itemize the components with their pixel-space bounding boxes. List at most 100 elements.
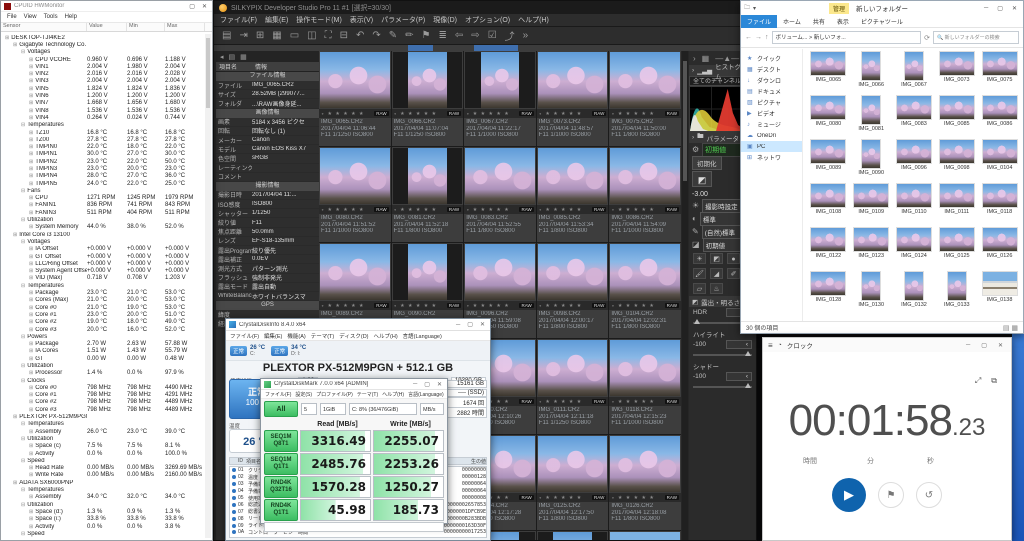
minimize-icon[interactable]: ─ <box>454 322 462 328</box>
sphere-icon[interactable]: ● <box>727 253 740 264</box>
prev-icon[interactable]: ⇦ <box>455 30 463 41</box>
ribbon-tab-1[interactable]: ホーム <box>777 15 807 28</box>
file-item[interactable]: IMG_0098 <box>935 139 978 183</box>
tree-expander-icon[interactable]: ⊞ <box>29 100 33 106</box>
tree-expander-icon[interactable]: ⊞ <box>29 275 33 281</box>
thumbnail-cell[interactable]: ∘ ★ ★ ★ ★ ★ RAW IMG_0083.CR2 2017/04/04 11:… <box>464 147 536 242</box>
hist-tab-icon[interactable]: ▦ <box>240 53 247 61</box>
lap-flag-button[interactable]: ⚑ <box>878 482 904 508</box>
info-tab-icon[interactable]: ▤ <box>229 53 236 61</box>
tree-expander-icon[interactable]: ⊟ <box>21 378 25 384</box>
tree-expander-icon[interactable]: ⊞ <box>29 348 33 354</box>
sidebar-item[interactable]: ▶ ビデオ <box>741 108 802 119</box>
tree-expander-icon[interactable]: ⊞ <box>29 93 33 99</box>
tree-expander-icon[interactable]: ⊞ <box>29 195 33 201</box>
tree-expander-icon[interactable]: ⊞ <box>29 64 33 70</box>
sidebar-item[interactable]: ★ クイック <box>741 53 802 64</box>
tree-expander-icon[interactable]: ⊞ <box>29 297 33 303</box>
star-rating[interactable]: ∘ ★ ★ ★ ★ ★ <box>611 111 664 117</box>
star-rating[interactable]: ∘ ★ ★ ★ ★ ★ <box>321 207 374 213</box>
sidebar-item[interactable]: ▤ ドキュメ <box>741 86 802 97</box>
menu-item[interactable]: テーマ(T) <box>311 332 335 340</box>
rating-row[interactable]: ∘ ★ ★ ★ ★ ★RAW <box>319 205 391 214</box>
tree-expander-icon[interactable]: ⊞ <box>29 443 33 449</box>
thumbnail-cell[interactable]: ∘ ★ ★ ★ ★ ★ RAW IMG_0081.CR2 2017/04/04 11:… <box>391 147 464 242</box>
tree-expander-icon[interactable]: ⊞ <box>29 399 33 405</box>
file-item[interactable]: IMG_0089 <box>807 139 850 183</box>
tree-expander-icon[interactable]: ⊞ <box>29 173 33 179</box>
tree-expander-icon[interactable]: ⊞ <box>29 392 33 398</box>
close-icon[interactable]: ✕ <box>1009 5 1020 12</box>
file-item[interactable]: IMG_0130 <box>850 271 893 315</box>
file-item[interactable]: IMG_0133 <box>935 271 978 315</box>
thumbnail-cell[interactable]: ∘ ★ ★ ★ ★ ★ RAW IMG_0085.CR2 2017/04/04 11:… <box>536 147 609 242</box>
grid-view-icon[interactable]: ⊞ <box>256 30 264 41</box>
rating-row[interactable]: ∘ ★ ★ ★ ★ ★RAW <box>464 205 536 214</box>
tree-expander-icon[interactable]: ⊞ <box>29 451 33 457</box>
tree-expander-icon[interactable]: ⊞ <box>29 312 33 318</box>
menu-item[interactable]: View <box>24 14 37 20</box>
tree-expander-icon[interactable]: ⊞ <box>29 224 33 230</box>
back-icon[interactable]: ← <box>745 34 752 41</box>
maximize-icon[interactable]: ▢ <box>187 3 197 10</box>
tree-expander-icon[interactable]: ⊟ <box>21 49 25 55</box>
highlight-slider[interactable] <box>693 351 752 359</box>
hwmonitor-titlebar[interactable]: CPUID HWMonitor ▢ ✕ <box>1 1 212 12</box>
tree-expander-icon[interactable]: ⊞ <box>29 130 33 136</box>
file-item[interactable]: IMG_0132 <box>893 271 936 315</box>
redo-icon[interactable]: ↷ <box>372 30 380 41</box>
tree-expander-icon[interactable]: ⊟ <box>21 487 25 493</box>
star-rating[interactable]: ∘ ★ ★ ★ ★ ★ <box>466 111 519 117</box>
info-panel-tabs[interactable]: ◂ ▤ ▦ <box>216 51 319 62</box>
file-item[interactable]: IMG_0104 <box>978 139 1021 183</box>
thumbnail-cell[interactable]: ∘ ★ ★ ★ ★ ★ RAW IMG_0066.CR2 2017/04/04 11:… <box>391 51 464 146</box>
menu-item[interactable]: テーマ(T) <box>357 391 378 398</box>
star-rating[interactable]: ∘ ★ ★ ★ ★ ★ <box>539 303 592 309</box>
edit-icon[interactable]: ✎ <box>389 30 397 41</box>
thumbnail-cell[interactable]: ∘ ★ ★ ★ ★ ★ RAW IMG_0080.CR2 2017/04/04 11:… <box>319 147 391 242</box>
file-item[interactable]: IMG_0108 <box>807 183 850 227</box>
tree-expander-icon[interactable]: ⊟ <box>21 436 25 442</box>
star-rating[interactable]: ∘ ★ ★ ★ ★ ★ <box>611 303 664 309</box>
thumbnail-cell[interactable]: ∘ ★ ★ ★ ★ ★ RAW IMG_0065.CR2 2017/04/04 11:… <box>319 51 391 146</box>
explorer-titlebar[interactable]: 🗀 ▾ 管理 新しいフォルダー ─ ▢ ✕ <box>741 1 1023 15</box>
multi-view-icon[interactable]: ▦ <box>272 30 281 41</box>
file-item[interactable]: IMG_0123 <box>850 227 893 271</box>
menu-item[interactable]: 機能(A) <box>287 332 305 340</box>
hwmonitor-scrollbar[interactable] <box>205 34 211 538</box>
tree-expander-icon[interactable]: ⊞ <box>29 356 33 362</box>
ribbon-tab-file[interactable]: ファイル <box>741 14 778 28</box>
tree-expander-icon[interactable]: ⊞ <box>29 465 33 471</box>
layers-icon[interactable]: ≣ <box>439 30 447 41</box>
file-item[interactable]: IMG_0138 <box>978 271 1021 315</box>
maximize-icon[interactable]: ▢ <box>978 342 990 349</box>
tree-expander-icon[interactable]: ⊞ <box>29 341 33 347</box>
breadcrumb[interactable]: ボリューム... > 新しいフォ... <box>771 31 922 44</box>
thumbnail-scrollbar[interactable] <box>682 51 688 540</box>
sidebar-item[interactable]: ☁ OneDri <box>741 130 802 141</box>
column-header[interactable]: Max <box>165 23 205 31</box>
target-drive-select[interactable]: C: 8% (36/476GiB) <box>349 403 417 415</box>
close-icon[interactable]: ✕ <box>435 381 444 388</box>
menu-item[interactable]: ヘルプ(H) <box>374 332 398 340</box>
cdm-titlebar[interactable]: CrystalDiskMark 7.0.0 x64 [ADMIN] ─ ▢ ✕ <box>261 379 447 390</box>
brightness-icon[interactable]: ☀ <box>693 253 706 264</box>
column-header[interactable]: Min <box>127 23 165 31</box>
star-rating[interactable]: ∘ ★ ★ ★ ★ ★ <box>321 303 374 309</box>
search-input[interactable]: 🔍 新しいフォルダーの検索 <box>933 31 1019 44</box>
quick-access-toolbar-icon[interactable]: ▾ <box>753 5 756 12</box>
tree-expander-icon[interactable]: ⊞ <box>29 202 33 208</box>
tree-expander-icon[interactable]: ⊟ <box>21 188 25 194</box>
thumbnail-cell[interactable]: ∘ ★ ★ ★ ★ ★ RAW IMG_0098.CR2 2017/04/04 12:… <box>536 243 609 338</box>
file-item[interactable]: IMG_0118 <box>978 183 1021 227</box>
tree-expander-icon[interactable]: ⊞ <box>29 290 33 296</box>
close-icon[interactable]: ✕ <box>478 321 487 328</box>
single-view-icon[interactable]: ▭ <box>290 30 299 41</box>
flag-icon[interactable]: ⚑ <box>422 30 431 41</box>
tree-expander-icon[interactable]: ⊞ <box>13 232 17 238</box>
rating-row[interactable]: ∘ ★ ★ ★ ★ ★RAW <box>464 109 536 118</box>
file-item[interactable]: IMG_0075 <box>978 51 1021 95</box>
reset-button[interactable]: 初期化 <box>692 155 722 170</box>
tree-expander-icon[interactable]: ⊞ <box>29 494 33 500</box>
next-icon[interactable]: ⇨ <box>471 30 479 41</box>
